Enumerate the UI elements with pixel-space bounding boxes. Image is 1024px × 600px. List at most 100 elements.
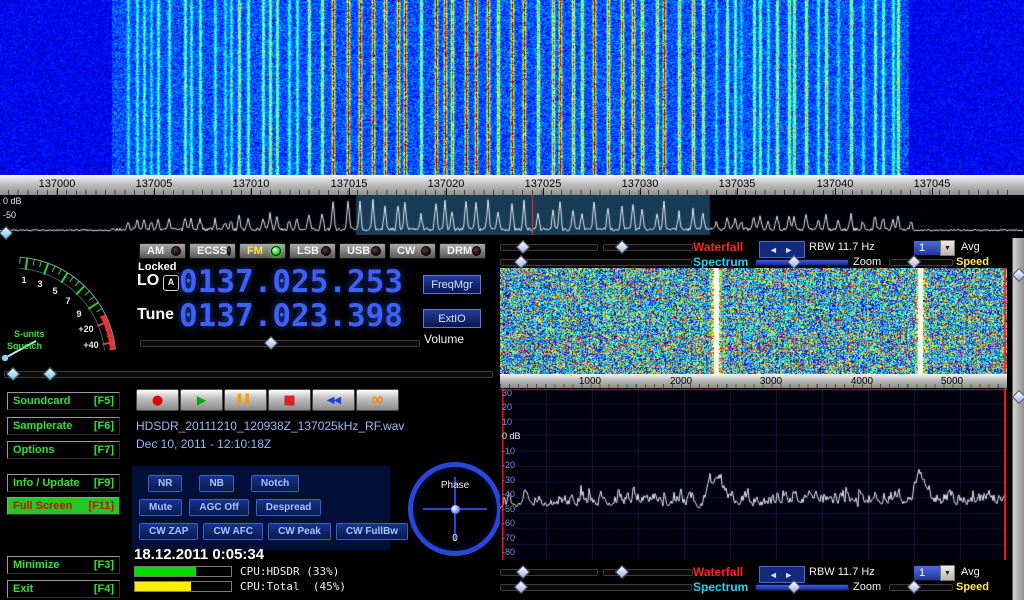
spectrum-gain-thumb[interactable] [1012, 390, 1024, 404]
volume-slider[interactable] [140, 340, 420, 347]
zoom-slider-top[interactable] [755, 259, 849, 266]
waterfall-contrast-slider-top[interactable] [603, 244, 693, 251]
speed-slider-bottom[interactable] [889, 584, 953, 591]
axis-label: 2000 [670, 376, 692, 387]
waterfall-gain-thumb[interactable] [1012, 268, 1024, 282]
cpu-hdsdr-label: CPU:HDSDR (33%) [240, 565, 339, 578]
pause-icon: ▌▌ [238, 395, 254, 405]
slider-thumb[interactable] [907, 580, 921, 594]
zoom-label-bottom: Zoom [853, 581, 881, 593]
waterfall-tab-label-bottom[interactable]: Waterfall [693, 565, 743, 579]
speed-label-bottom: Speed [956, 581, 989, 593]
spectrum-tab-label-bottom[interactable]: Spectrum [693, 580, 748, 594]
menu-key: [F7] [94, 444, 114, 456]
tune-frequency-display[interactable]: 0137.023.398 [179, 300, 403, 332]
spectrum-tab-label-top[interactable]: Spectrum [693, 255, 748, 269]
zoom-slider-bottom[interactable] [755, 584, 849, 591]
slider-thumb[interactable] [615, 565, 629, 579]
minimize-button[interactable]: Minimize[F3] [7, 556, 120, 574]
nr-button[interactable]: NR [148, 475, 182, 492]
lo-a-badge[interactable]: A [163, 275, 179, 291]
cw-afc-button[interactable]: CW AFC [203, 523, 263, 540]
hdsdr-app: 137000 137005 137010 137015 137020 13702… [0, 0, 1024, 600]
nb-button[interactable]: NB [199, 475, 233, 492]
soundcard-button[interactable]: Soundcard[F5] [7, 392, 120, 410]
fullscreen-button[interactable]: Full Screen[F11] [7, 497, 120, 515]
loop-button[interactable]: ∞ [356, 389, 399, 411]
volume-label: Volume [424, 332, 464, 346]
extio-button[interactable]: ExtIO [423, 309, 481, 328]
audio-waterfall[interactable] [500, 268, 1007, 374]
mode-button-am[interactable]: AM [139, 243, 186, 259]
spectrum-range-slider-bottom[interactable] [500, 584, 692, 591]
agc-off-button[interactable]: AGC Off [189, 499, 248, 516]
main-spectrum-canvas[interactable] [0, 195, 1024, 235]
stop-button[interactable]: ■ [268, 389, 311, 411]
rewind-icon: ◀◀ [327, 395, 340, 406]
band-shift-spinner-bottom[interactable]: ◄ ► [759, 566, 805, 583]
freqmgr-button[interactable]: FreqMgr [423, 275, 481, 294]
spectrum-range-slider-top[interactable] [500, 259, 692, 266]
despread-button[interactable]: Despread [256, 499, 322, 516]
mode-button-cw[interactable]: CW [389, 243, 436, 259]
slider-thumb[interactable] [615, 240, 629, 254]
notch-button[interactable]: Notch [251, 475, 299, 492]
audio-spectrum[interactable] [500, 388, 1007, 560]
mode-label: FM [247, 245, 263, 257]
db-label-mid: -50 [3, 210, 16, 220]
dsp-panel: NR NB Notch Mute AGC Off Despread CW ZAP… [132, 466, 390, 550]
mute-button[interactable]: Mute [139, 499, 182, 516]
main-spectrum[interactable]: 0 dB -50 [0, 195, 1024, 235]
squelch-thumb-low[interactable] [6, 367, 20, 381]
waterfall-brightness-slider-top[interactable] [500, 244, 598, 251]
recording-timestamp: Dec 10, 2011 - 12:10:18Z [136, 437, 271, 451]
record-button[interactable]: ● [136, 389, 179, 411]
menu-key: [F4] [94, 583, 114, 595]
cw-peak-button[interactable]: CW Peak [268, 523, 331, 540]
slider-thumb[interactable] [907, 255, 921, 269]
cw-zap-button[interactable]: CW ZAP [139, 523, 198, 540]
mode-button-usb[interactable]: USB [339, 243, 386, 259]
cw-fullbw-button[interactable]: CW FullBw [336, 523, 408, 540]
rewind-button[interactable]: ◀◀ [312, 389, 355, 411]
waterfall-contrast-slider-bottom[interactable] [603, 569, 693, 576]
mode-button-lsb[interactable]: LSB [289, 243, 336, 259]
s-meter-label: 5 [52, 286, 57, 296]
phase-indicator[interactable]: Phase 0 [408, 462, 502, 556]
pause-button[interactable]: ▌▌ [224, 389, 267, 411]
record-icon: ● [152, 393, 163, 408]
dropdown-arrow-icon[interactable]: ▼ [940, 565, 955, 581]
volume-thumb[interactable] [264, 336, 278, 350]
mode-button-fm[interactable]: FM [239, 243, 286, 259]
phase-label: Phase [413, 480, 497, 491]
mode-button-drm[interactable]: DRM [439, 243, 486, 259]
mode-label: AM [147, 245, 164, 257]
dropdown-arrow-icon[interactable]: ▼ [940, 240, 955, 256]
waterfall-tab-label-top[interactable]: Waterfall [693, 240, 743, 254]
lo-frequency-display[interactable]: 0137.025.253 [179, 266, 403, 298]
audio-frequency-scale[interactable]: 1000 2000 3000 4000 5000 [500, 374, 1007, 388]
menu-label: Samplerate [13, 420, 72, 432]
squelch-slider[interactable] [4, 371, 493, 378]
info-update-button[interactable]: Info / Update[F9] [7, 474, 120, 492]
right-slider-strip[interactable] [1012, 238, 1024, 600]
exit-button[interactable]: Exit[F4] [7, 580, 120, 598]
avg-select-top[interactable]: 1 ▼ [913, 240, 955, 256]
main-waterfall[interactable] [0, 0, 1024, 175]
samplerate-button[interactable]: Samplerate[F6] [7, 417, 120, 435]
band-shift-spinner-top[interactable]: ◄ ► [759, 241, 805, 258]
play-button[interactable]: ▶ [180, 389, 223, 411]
squelch-thumb-high[interactable] [43, 367, 57, 381]
slider-thumb[interactable] [514, 255, 528, 269]
mode-button-ecss[interactable]: ECSS [189, 243, 236, 259]
frequency-scale[interactable]: 137000 137005 137010 137015 137020 13702… [0, 175, 1024, 195]
slider-thumb[interactable] [516, 240, 530, 254]
slider-thumb[interactable] [516, 565, 530, 579]
options-button[interactable]: Options[F7] [7, 441, 120, 459]
avg-label-top: Avg [961, 241, 980, 253]
avg-select-bottom[interactable]: 1 ▼ [913, 565, 955, 581]
slider-thumb[interactable] [514, 580, 528, 594]
s-meter-plus40-label: +40 [83, 340, 98, 350]
waterfall-brightness-slider-bottom[interactable] [500, 569, 598, 576]
speed-slider-top[interactable] [889, 259, 953, 266]
